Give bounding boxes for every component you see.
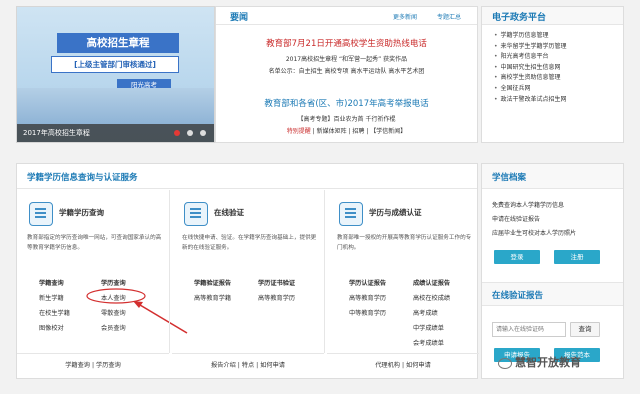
- register-button[interactable]: 注册: [554, 250, 600, 264]
- link-higher-enrollment[interactable]: 高等教育学籍: [194, 293, 231, 302]
- link-new-student[interactable]: 新生学籍: [39, 293, 64, 302]
- archive-info-line: 申请在线验证报告: [492, 216, 541, 223]
- special-notice-link[interactable]: 特别提醒: [287, 128, 311, 135]
- banner-caption: 2017年高校招生章程: [17, 124, 214, 142]
- slide-dot-2[interactable]: [187, 130, 193, 136]
- promo-banner[interactable]: 高校招生章程 [上级主管部门审核通过] 阳光高考 2017年高校招生章程: [16, 6, 215, 143]
- link-secondary-degree[interactable]: 中等教育学历: [349, 308, 386, 317]
- column-online-verify: 在线验证 在线快捷申请、验证。在学籍学历查询基础上，提供更新的在线验证服务。 学…: [172, 190, 324, 353]
- link-higher-degree[interactable]: 高等教育学历: [258, 293, 295, 302]
- city-skyline-image: [17, 88, 214, 124]
- egov-item[interactable]: 阳光高考信息平台: [494, 52, 623, 63]
- link-enrollment-report[interactable]: 学籍验证报告: [194, 278, 231, 287]
- news-panel: 要闻 更多新闻 专题汇总 教育部7月21日开通高校学生资助热线电话 2017高校…: [215, 6, 478, 143]
- column-description: 在线快捷申请、验证。在学籍学历查询基础上，提供更新的在线验证服务。: [182, 235, 317, 251]
- wechat-watermark: 慧智开放教育: [498, 354, 630, 380]
- column-title[interactable]: 学籍学历查询: [59, 207, 104, 218]
- link-exam-transcript[interactable]: 会考成绩单: [413, 338, 444, 347]
- news-line-1[interactable]: 2017高校招生章程 “和军营一起秀” 获奖作品: [216, 54, 477, 63]
- link-gaokao-scores[interactable]: 高考成绩: [413, 308, 438, 317]
- headline-2[interactable]: 教育部和各省(区、市)2017年高考举报电话: [216, 97, 477, 109]
- column-divider: [169, 190, 170, 353]
- egov-item[interactable]: 学籍学历信息管理: [494, 31, 623, 42]
- egov-header: 电子政务平台: [482, 7, 623, 25]
- column-description: 教育部指定的学历查询唯一网站，可查询国家承认的高等教育学籍学历信息。: [27, 235, 162, 251]
- document-search-icon: [29, 202, 53, 226]
- column-description: 教育部唯一授权的开展高等教育学历认证服务工作的专门机构。: [337, 235, 472, 251]
- login-button[interactable]: 登录: [494, 250, 540, 264]
- query-service-panel: 学籍学历信息查询与认证服务 学籍学历查询 教育部指定的学历查询唯一网站，可查询国…: [16, 163, 479, 379]
- query-button[interactable]: 查询: [570, 322, 600, 337]
- column-title[interactable]: 在线验证: [214, 207, 244, 218]
- column-footer-links[interactable]: 代理机构 | 如何申请: [327, 353, 479, 378]
- column-footer-links[interactable]: 学籍查询 | 学历查询: [17, 353, 169, 378]
- slide-dot-3[interactable]: [200, 130, 206, 136]
- column-footer-links[interactable]: 报告介绍 | 特点 | 如何申请: [172, 353, 324, 378]
- slide-dot-1[interactable]: [174, 130, 180, 136]
- egov-item[interactable]: 政法干警改革试点招生网: [494, 95, 623, 106]
- link-degree-cert-report[interactable]: 学历认证报告: [349, 278, 386, 287]
- egov-list: 学籍学历信息管理 来华留学生学籍学历管理 阳光高考信息平台 中国研究生招生信息网…: [482, 25, 623, 105]
- verify-code-input[interactable]: [492, 322, 566, 337]
- egov-item[interactable]: 中国研究生招生信息网: [494, 63, 623, 74]
- more-news-link[interactable]: 更多新闻: [393, 12, 417, 21]
- service-header: 学籍学历信息查询与认证服务: [17, 164, 477, 189]
- news-line-3[interactable]: 【高考专题】百业农为首 千行祈作棍: [216, 114, 477, 123]
- link-enrollment-query[interactable]: 学籍查询: [39, 278, 64, 287]
- news-header: 要闻: [230, 13, 249, 23]
- headline-1[interactable]: 教育部7月21日开通高校学生资助热线电话: [216, 37, 477, 49]
- news-line-4[interactable]: | 新媒体矩阵 | 招聘 | 【学信新闻】: [313, 128, 407, 135]
- link-current-student[interactable]: 在校生学籍: [39, 308, 70, 317]
- archive-info-line: 应届毕业生可校对本人学历照片: [492, 230, 577, 237]
- column-degree-query: 学籍学历查询 教育部指定的学历查询唯一网站，可查询国家承认的高等教育学籍学历信息…: [17, 190, 188, 353]
- online-verify-header: 在线验证报告: [482, 282, 623, 306]
- link-campus-scores[interactable]: 高校在校成绩: [413, 293, 450, 302]
- link-degree-report[interactable]: 学历证书验证: [258, 278, 295, 287]
- wechat-icon: [498, 357, 512, 369]
- banner-title: 高校招生章程: [57, 33, 179, 53]
- column-divider: [324, 190, 325, 353]
- link-high-school-transcript[interactable]: 中学成绩单: [413, 323, 444, 332]
- xuexin-archive-panel: 学信档案 免费查询本人学籍学历信息 申请在线验证报告 应届毕业生可校对本人学历照…: [481, 163, 624, 379]
- banner-subtitle: [上级主管部门审核通过]: [51, 56, 179, 73]
- certification-icon: [339, 202, 363, 226]
- archive-header: 学信档案: [482, 164, 623, 189]
- link-photo-check[interactable]: 图像校对: [39, 323, 64, 332]
- link-higher-ed-degree[interactable]: 高等教育学历: [349, 293, 386, 302]
- topics-link[interactable]: 专题汇总: [437, 12, 461, 21]
- watermark-text: 慧智开放教育: [515, 356, 581, 369]
- certificate-icon: [184, 202, 208, 226]
- archive-info-line: 免费查询本人学籍学历信息: [492, 202, 565, 209]
- egov-item[interactable]: 来华留学生学籍学历管理: [494, 42, 623, 53]
- egov-item[interactable]: 高校学生资助信息管理: [494, 73, 623, 84]
- egov-platform-panel: 电子政务平台 学籍学历信息管理 来华留学生学籍学历管理 阳光高考信息平台 中国研…: [481, 6, 624, 143]
- egov-item[interactable]: 全国征兵网: [494, 84, 623, 95]
- column-degree-certification: 学历与成绩认证 教育部唯一授权的开展高等教育学历认证服务工作的专门机构。 学历认…: [327, 190, 479, 353]
- news-line-2[interactable]: 名单公示：自主招生 高校专项 高水平运动队 高水平艺术团: [216, 66, 477, 75]
- link-score-cert-report[interactable]: 成绩认证报告: [413, 278, 450, 287]
- column-title[interactable]: 学历与成绩认证: [369, 207, 422, 218]
